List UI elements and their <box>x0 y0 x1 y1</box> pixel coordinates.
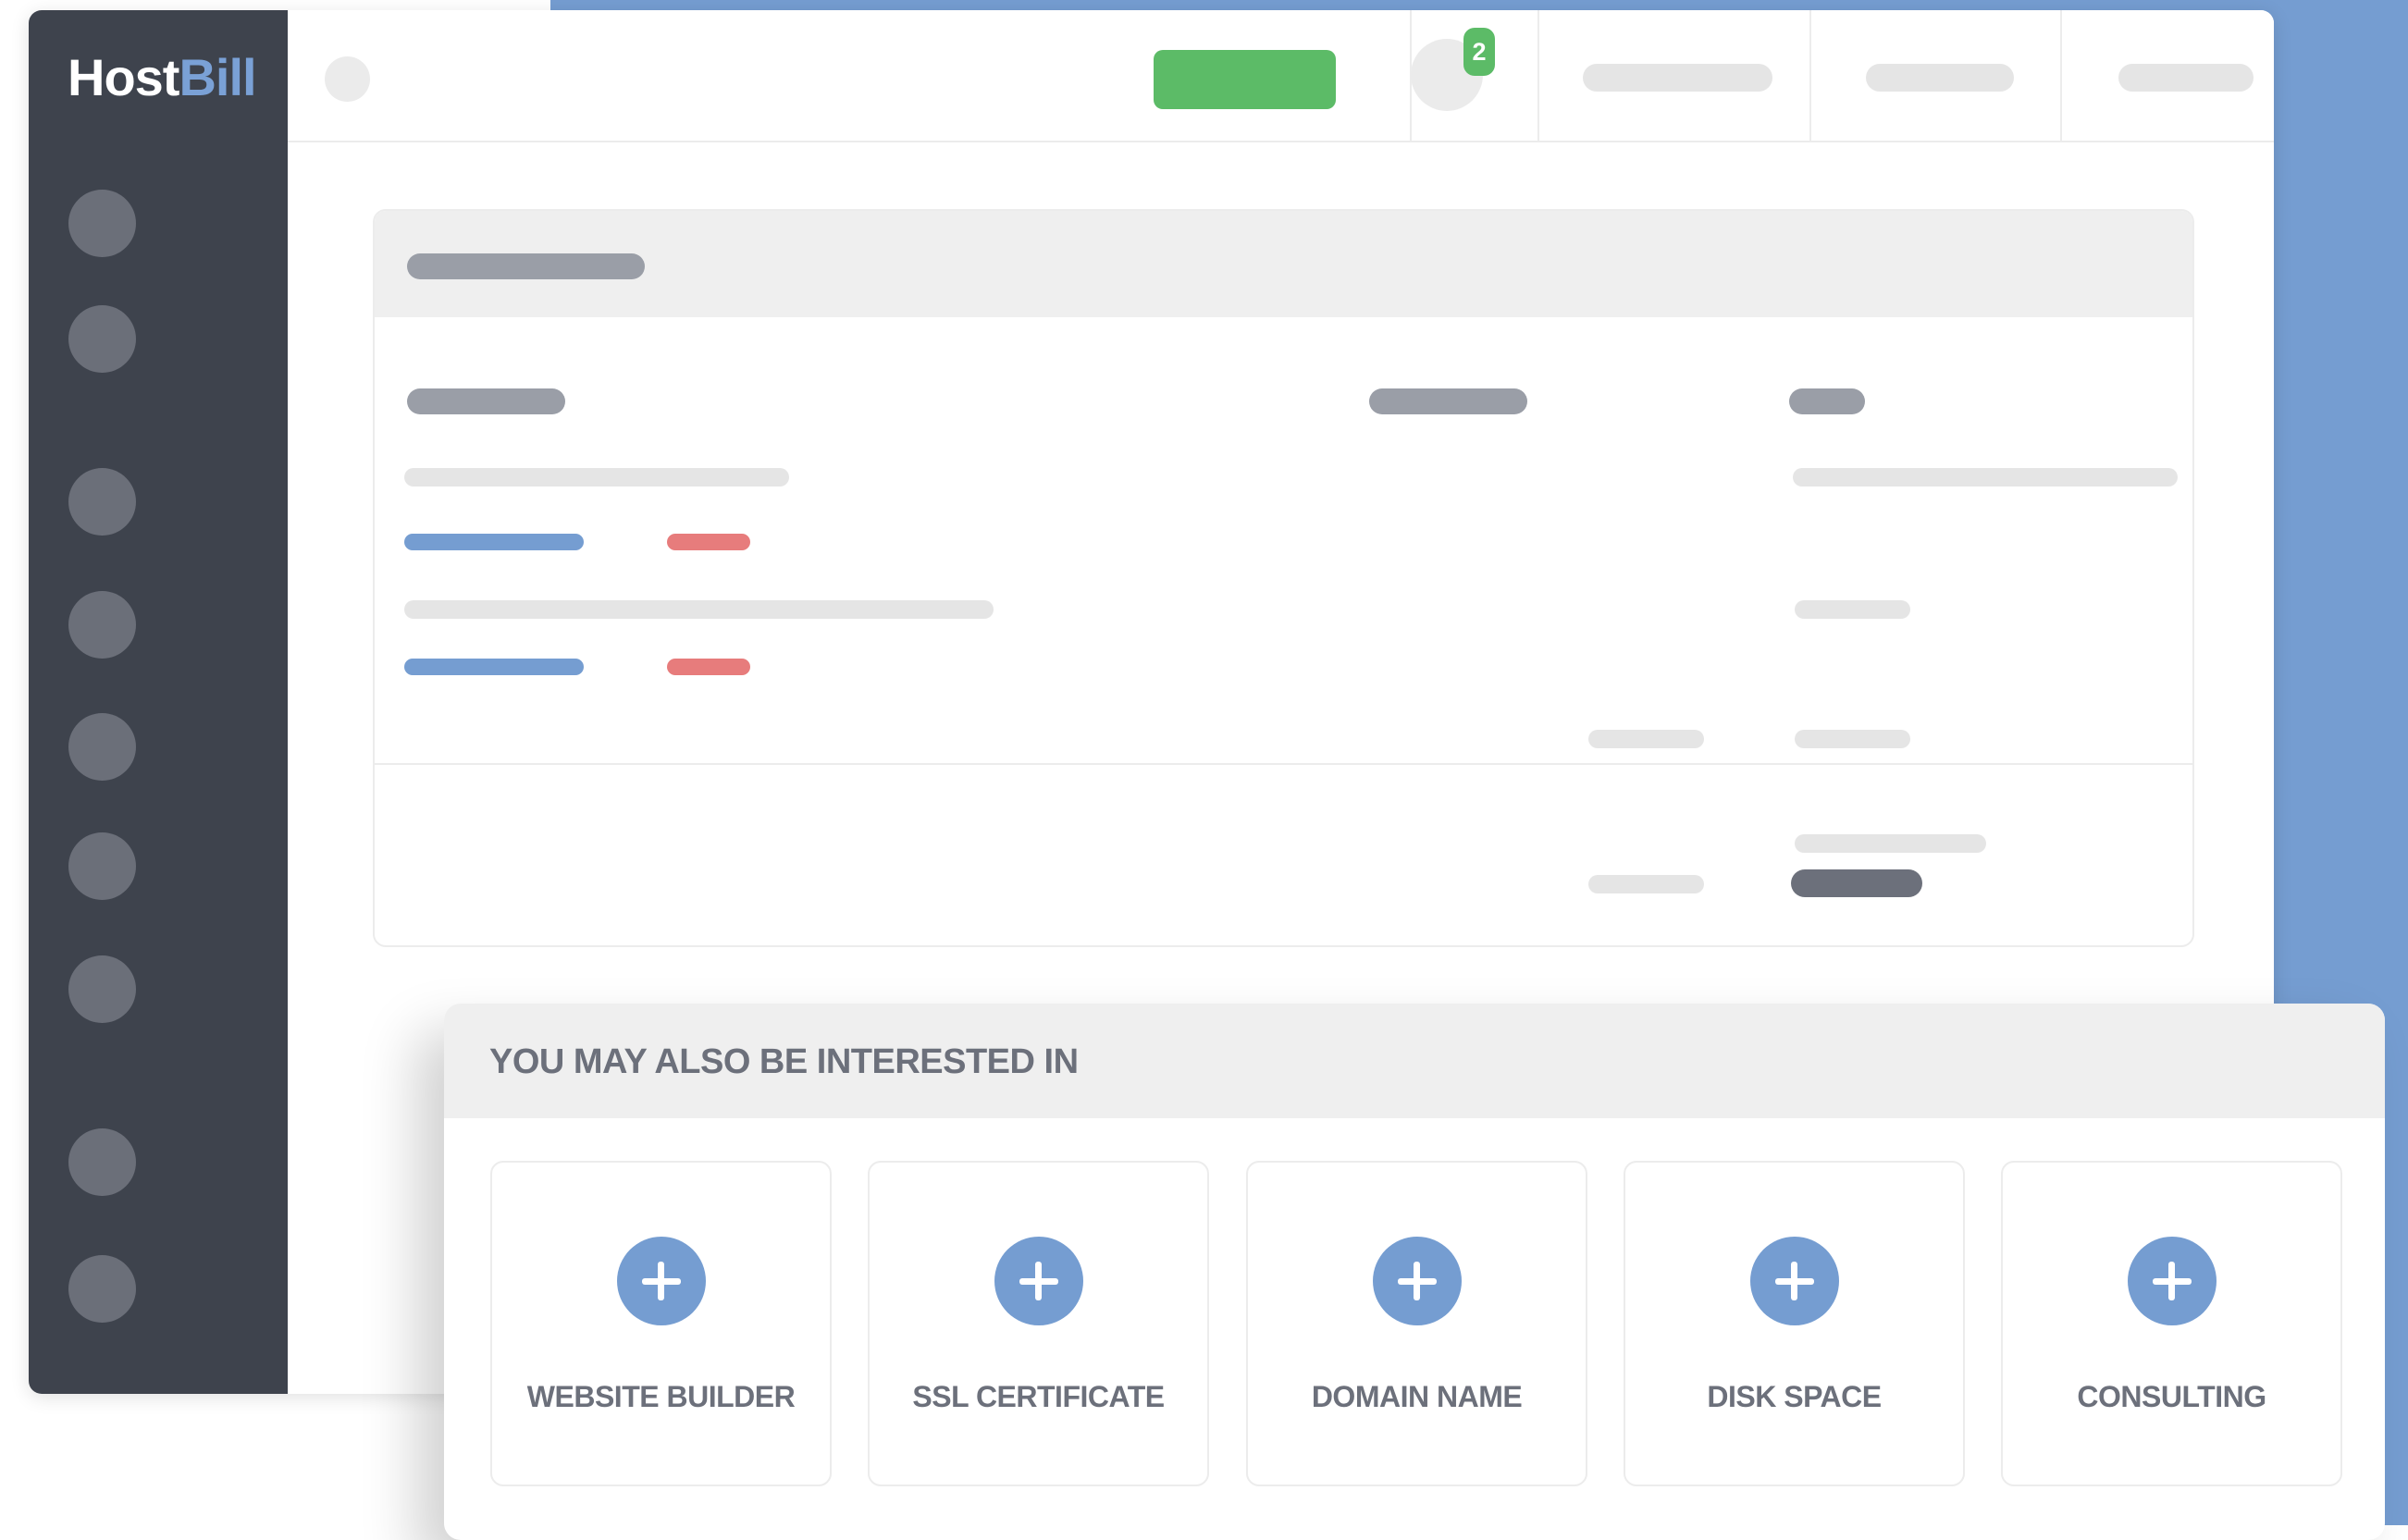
topbar-menu-item[interactable] <box>1866 64 2014 92</box>
plus-icon[interactable] <box>1372 1237 1462 1325</box>
line-item-placeholder <box>404 468 789 487</box>
line-item-price-placeholder <box>1793 468 2178 487</box>
sidebar-item-icon[interactable] <box>68 1128 136 1196</box>
sidebar-item-icon[interactable] <box>68 468 136 536</box>
addon-tile-domain-name[interactable]: DOMAIN NAME <box>1246 1161 1587 1486</box>
addons-panel-header: YOU MAY ALSO BE INTERESTED IN <box>444 1004 2385 1118</box>
sidebar-item-icon[interactable] <box>68 955 136 1023</box>
sidebar-item-icon[interactable] <box>68 591 136 659</box>
topbar-divider <box>1809 10 1811 141</box>
addon-tile-consulting[interactable]: CONSULTING <box>2001 1161 2342 1486</box>
notification-badge: 2 <box>1463 28 1495 76</box>
line-item-price-placeholder <box>1795 600 1910 619</box>
topbar-menu-item[interactable] <box>2118 64 2254 92</box>
topbar-divider <box>1537 10 1539 141</box>
subtotal-label-placeholder <box>1588 730 1704 748</box>
column-header-placeholder <box>407 388 565 414</box>
addon-label: DOMAIN NAME <box>1311 1380 1523 1413</box>
edit-link-placeholder[interactable] <box>404 534 584 550</box>
addon-tile-ssl-certificate[interactable]: SSL CERTIFICATE <box>868 1161 1209 1486</box>
sidebar: HostBill <box>29 10 288 1394</box>
card-divider <box>375 763 2192 765</box>
column-header-placeholder <box>1789 388 1865 414</box>
topbar-menu-item[interactable] <box>1583 64 1772 92</box>
checkout-button-placeholder[interactable] <box>1791 869 1922 897</box>
order-summary-card <box>373 209 2194 947</box>
addon-label: WEBSITE BUILDER <box>526 1380 796 1413</box>
sidebar-item-icon[interactable] <box>68 190 136 257</box>
primary-action-button[interactable] <box>1154 50 1336 109</box>
addon-tile-website-builder[interactable]: WEBSITE BUILDER <box>490 1161 832 1486</box>
sidebar-item-icon[interactable] <box>68 305 136 373</box>
addon-label: SSL CERTIFICATE <box>912 1380 1165 1413</box>
addon-tile-disk-space[interactable]: DISK SPACE <box>1624 1161 1965 1486</box>
card-title-placeholder <box>407 253 645 279</box>
sidebar-item-icon[interactable] <box>68 1255 136 1323</box>
remove-link-placeholder[interactable] <box>667 534 750 550</box>
subtotal-value-placeholder <box>1795 730 1910 748</box>
sidebar-item-icon[interactable] <box>68 713 136 781</box>
remove-link-placeholder[interactable] <box>667 659 750 675</box>
total-label-placeholder <box>1588 875 1704 893</box>
plus-icon[interactable] <box>994 1237 1083 1325</box>
line-item-placeholder <box>404 600 994 619</box>
plus-icon[interactable] <box>1749 1237 1839 1325</box>
plus-icon[interactable] <box>616 1237 706 1325</box>
column-header-placeholder <box>1369 388 1527 414</box>
menu-toggle-icon[interactable] <box>325 56 370 102</box>
card-header <box>375 211 2192 317</box>
plus-icon[interactable] <box>2127 1237 2217 1325</box>
addon-label: DISK SPACE <box>1707 1380 1882 1413</box>
addon-label: CONSULTING <box>2077 1380 2266 1413</box>
total-note-placeholder <box>1795 834 1986 853</box>
addons-panel: YOU MAY ALSO BE INTERESTED IN WEBSITE BU… <box>444 1004 2385 1540</box>
topbar: 2 <box>288 10 2274 142</box>
edit-link-placeholder[interactable] <box>404 659 584 675</box>
logo[interactable]: HostBill <box>68 47 257 107</box>
topbar-divider <box>2060 10 2062 141</box>
addons-panel-title: YOU MAY ALSO BE INTERESTED IN <box>489 1042 1079 1081</box>
sidebar-item-icon[interactable] <box>68 832 136 900</box>
